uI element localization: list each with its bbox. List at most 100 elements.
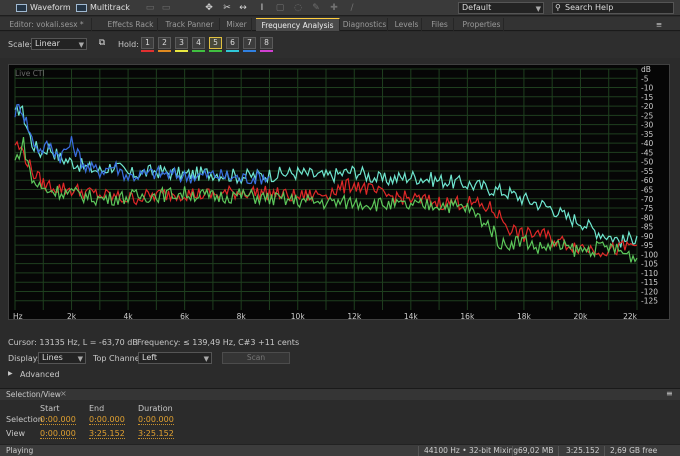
hold-label-text: 2: [162, 38, 167, 47]
y-tick-label: -15: [641, 93, 653, 102]
status-divider: [604, 446, 605, 456]
search-help-input[interactable]: ⚲ Search Help: [552, 2, 674, 14]
spot-healing-tool-icon[interactable]: ✚: [328, 2, 340, 14]
selection-duration-value[interactable]: 0:00.000: [138, 415, 174, 425]
hold-label-text: 3: [179, 38, 184, 47]
chevron-down-icon: ▼: [203, 355, 209, 363]
tab-mixer[interactable]: Mixer: [222, 18, 252, 31]
waveform-label: Waveform: [30, 3, 71, 12]
status-divider: [418, 446, 419, 456]
tab-label: Diagnostics: [342, 20, 387, 29]
spectrum-plot: Live CTI dB-5-10-15-20-25-30-35-40-45-50-…: [13, 65, 658, 321]
display-label: Display:: [8, 354, 40, 363]
y-tick-label: -110: [641, 269, 658, 278]
selection-view-header: Selection/View × ≡: [0, 389, 680, 400]
y-tick-label: -85: [641, 223, 653, 232]
slip-tool-icon[interactable]: ↔: [237, 2, 249, 14]
hold-button-8[interactable]: 8: [260, 37, 273, 49]
selection-start-value[interactable]: 0:00.000: [40, 415, 76, 425]
close-icon[interactable]: ×: [60, 389, 67, 398]
workspace-value: Default: [462, 3, 492, 12]
tab-label: Frequency Analysis: [261, 21, 334, 30]
x-tick-label: 18k: [517, 312, 532, 321]
view-duration-value[interactable]: 3:25.152: [138, 429, 174, 439]
hold-button-7[interactable]: 7: [243, 37, 256, 49]
panel-menu-icon[interactable]: ≡: [652, 18, 666, 31]
workspace-select[interactable]: Default ▼: [458, 2, 544, 14]
move-tool-icon[interactable]: ✥: [203, 2, 215, 14]
x-tick-label: 20k: [574, 312, 589, 321]
y-tick-label: -105: [641, 260, 658, 269]
frequency-analysis-graph[interactable]: Live CTI dB -5 -10 -15 -20 -25 -30 -35 -40 -45 -50-…: [8, 64, 670, 321]
advanced-toggle[interactable]: ▶ Advanced: [0, 368, 680, 382]
scan-label: Scan: [246, 353, 266, 362]
x-tick-label: 4k: [124, 312, 134, 321]
tab-editor[interactable]: Editor: vokali.sesx *: [2, 18, 92, 31]
lasso-tool-icon[interactable]: ◌: [292, 2, 304, 14]
scale-select[interactable]: Linear ▼: [31, 38, 87, 50]
tab-track-panner[interactable]: Track Panner: [160, 18, 220, 31]
row-view: View: [6, 429, 25, 438]
x-tick-label: 2k: [67, 312, 77, 321]
x-tick-label: 6k: [180, 312, 190, 321]
search-placeholder: Search Help: [565, 3, 614, 12]
y-tick-label: -60: [641, 176, 653, 185]
y-tick-label: -80: [641, 213, 653, 222]
tab-properties[interactable]: Properties: [460, 18, 504, 31]
hold-button-4[interactable]: 4: [192, 37, 205, 49]
hold-color-8: [260, 50, 273, 52]
copy-to-clipboard-icon[interactable]: ⧉: [96, 37, 108, 49]
hold-color-6: [226, 50, 239, 52]
hold-button-3[interactable]: 3: [175, 37, 188, 49]
y-tick-label: -20: [641, 102, 653, 111]
hold-label-text: 4: [196, 38, 201, 47]
razor-tool-icon[interactable]: ✂: [221, 2, 233, 14]
hold-label: Hold:: [118, 40, 139, 49]
selection-end-value[interactable]: 0:00.000: [89, 415, 125, 425]
advanced-label: Advanced: [20, 370, 60, 379]
frequency-readout: Frequency: ≤ 139,49 Hz, C#3 +11 cents: [137, 338, 300, 347]
multitrack-label: Multitrack: [90, 3, 130, 12]
hold-button-2[interactable]: 2: [158, 37, 171, 49]
hold-button-1[interactable]: 1: [141, 37, 154, 49]
chart-title: Live CTI: [15, 69, 45, 78]
hold-button-5[interactable]: 5: [209, 37, 222, 49]
y-tick-label: -115: [641, 278, 658, 287]
view-start-value[interactable]: 0:00.000: [40, 429, 76, 439]
spectral-frequency-icon[interactable]: ▭: [144, 2, 156, 14]
x-tick-label: 10k: [291, 312, 306, 321]
scale-value: Linear: [35, 39, 60, 48]
multitrack-button[interactable]: Multitrack: [74, 2, 130, 14]
tab-frequency-analysis[interactable]: Frequency Analysis: [256, 18, 340, 31]
time-selection-tool-icon[interactable]: I: [256, 2, 268, 14]
tab-label: Levels: [394, 20, 419, 29]
y-tick-label: -100: [641, 250, 658, 259]
pencil-tool-icon[interactable]: /: [346, 2, 358, 14]
view-end-value[interactable]: 3:25.152: [89, 429, 125, 439]
chevron-down-icon: ▼: [535, 5, 541, 13]
tab-files[interactable]: Files: [426, 18, 454, 31]
y-tick-label: -70: [641, 195, 653, 204]
application-status-bar: Playing 44100 Hz • 32-bit Mixing 69,02 M…: [0, 444, 680, 456]
scan-button[interactable]: Scan: [222, 352, 290, 364]
waveform-icon: [16, 4, 27, 12]
brush-tool-icon[interactable]: ✎: [310, 2, 322, 14]
tab-effects-rack[interactable]: Effects Rack: [104, 18, 158, 31]
display-select[interactable]: Lines ▼: [38, 352, 86, 364]
hold-label-text: 6: [230, 38, 235, 47]
x-tick-label: 16k: [460, 312, 475, 321]
spectral-pitch-icon[interactable]: ▭: [160, 2, 172, 14]
panel-menu-icon[interactable]: ≡: [666, 389, 673, 398]
tab-diagnostics[interactable]: Diagnostics: [342, 18, 388, 31]
series-line-2: [14, 103, 270, 185]
hold-button-6[interactable]: 6: [226, 37, 239, 49]
selection-view-panel: Selection/View × ≡ Start End Duration Se…: [0, 388, 680, 444]
waveform-button[interactable]: Waveform: [14, 2, 71, 14]
chevron-down-icon: ▼: [78, 41, 84, 49]
marquee-tool-icon[interactable]: ▢: [274, 2, 286, 14]
col-start: Start: [40, 404, 60, 413]
y-tick-label: -90: [641, 232, 653, 241]
top-channel-select[interactable]: Left ▼: [138, 352, 212, 364]
top-toolbar: Waveform Multitrack ▭ ▭ ✥ ✂ ↔ I ▢ ◌ ✎ ✚ …: [0, 0, 680, 16]
tab-levels[interactable]: Levels: [392, 18, 422, 31]
